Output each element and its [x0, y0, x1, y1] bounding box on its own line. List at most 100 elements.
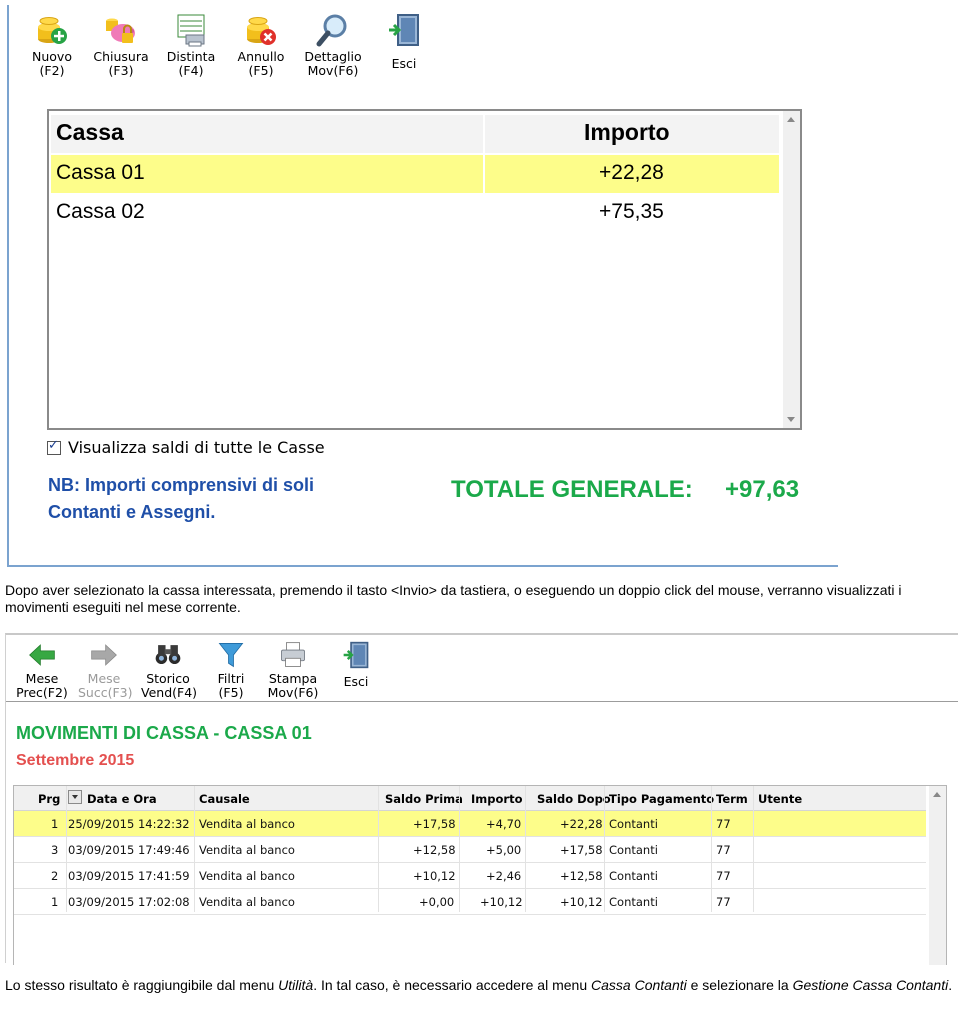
- arrow-left-icon: [29, 644, 55, 666]
- table-row[interactable]: 1 25/09/2015 14:22:32 Vendita al banco +…: [14, 811, 926, 837]
- cell-saldo-prima: +12,58: [413, 843, 456, 857]
- header-importo[interactable]: Importo: [584, 119, 670, 146]
- printer-icon: [281, 642, 305, 667]
- chiusura-label: Chiusura (F3): [93, 49, 149, 78]
- exit-door-icon: [389, 14, 419, 46]
- cell-cassa: Cassa 01: [56, 161, 145, 184]
- stampa-mov-label: Stampa Mov(F6): [267, 671, 319, 700]
- header-saldo-prima[interactable]: Saldo Prima: [385, 792, 463, 806]
- scroll-up-icon[interactable]: [933, 792, 941, 797]
- paragraph-1: Dopo aver selezionato la cassa interessa…: [5, 582, 902, 615]
- menu-utilita: Utilità: [278, 977, 314, 993]
- vertical-scrollbar[interactable]: [783, 111, 800, 428]
- annullo-button[interactable]: Annullo (F5): [233, 13, 289, 78]
- dettaglio-label: Dettaglio Mov(F6): [304, 49, 362, 78]
- cell-data: 25/09/2015 14:22:32: [68, 817, 190, 831]
- sort-dropdown-icon[interactable]: [68, 790, 82, 804]
- arrow-right-icon: [91, 644, 117, 666]
- cell-causale: Vendita al banco: [199, 895, 295, 909]
- header-tipo-pagamento[interactable]: Tipo Pagamento: [609, 792, 714, 806]
- cell-prg: 1: [51, 817, 59, 831]
- scroll-up-icon[interactable]: [787, 117, 795, 122]
- cell-prg: 1: [51, 895, 59, 909]
- mese-succ-label: Mese Succ(F3): [78, 671, 133, 700]
- cell-term: 77: [716, 869, 731, 883]
- para2-text: .: [948, 977, 953, 993]
- checkbox-checked-icon[interactable]: [47, 438, 61, 455]
- chiusura-button[interactable]: Chiusura (F3): [91, 13, 151, 78]
- cell-importo: +75,35: [599, 200, 664, 223]
- mese-succ-button: Mese Succ(F3): [78, 641, 133, 700]
- esci-button-2[interactable]: Esci: [336, 641, 376, 689]
- cell-importo: +4,70: [486, 817, 522, 831]
- header-term[interactable]: Term: [716, 792, 748, 806]
- column-divider: [711, 786, 712, 912]
- note-line-1: NB: Importi comprensivi di soli: [48, 475, 315, 495]
- dettaglio-button[interactable]: Dettaglio Mov(F6): [302, 13, 364, 78]
- cell-term: 77: [716, 895, 731, 909]
- magnifier-icon: [316, 14, 347, 47]
- column-divider: [753, 786, 754, 912]
- toolbar-divider: [6, 701, 958, 702]
- cell-importo: +10,12: [480, 895, 523, 909]
- cell-saldo-dopo: +22,28: [560, 817, 603, 831]
- document-print-icon: [177, 14, 205, 47]
- cell-tipo-pagamento: Contanti: [609, 869, 658, 883]
- header-importo[interactable]: Importo: [471, 792, 522, 806]
- cell-importo: +22,28: [599, 161, 664, 184]
- esci-button[interactable]: Esci: [381, 13, 427, 71]
- nuovo-button[interactable]: Nuovo (F2): [27, 13, 77, 78]
- note: NB: Importi comprensivi di soli Contanti…: [48, 472, 314, 526]
- storico-vend-label: Storico Vend(F4): [141, 671, 198, 700]
- header-prg[interactable]: Prg: [38, 792, 60, 806]
- table-header: Cassa Importo: [51, 115, 779, 153]
- cell-cassa: Cassa 02: [56, 200, 145, 223]
- table-row[interactable]: 2 03/09/2015 17:41:59 Vendita al banco +…: [14, 863, 926, 889]
- header-causale[interactable]: Causale: [199, 792, 250, 806]
- month-label: Settembre 2015: [16, 752, 135, 769]
- total-label: TOTALE GENERALE:: [451, 476, 693, 503]
- coins-add-icon: [38, 17, 67, 44]
- stampa-mov-button[interactable]: Stampa Mov(F6): [266, 641, 320, 700]
- cell-term: 77: [716, 817, 731, 831]
- checkbox-label: Visualizza saldi di tutte le Casse: [68, 438, 325, 457]
- table-row[interactable]: 1 03/09/2015 17:02:08 Vendita al banco +…: [14, 889, 926, 915]
- cell-saldo-dopo: +12,58: [560, 869, 603, 883]
- cell-data: 03/09/2015 17:41:59: [68, 869, 190, 883]
- cell-prg: 3: [51, 843, 59, 857]
- cell-importo: +2,46: [486, 869, 522, 883]
- header-data[interactable]: Data e Ora: [87, 792, 157, 806]
- column-divider: [378, 786, 379, 912]
- cell-data: 03/09/2015 17:49:46: [68, 843, 190, 857]
- movements-table[interactable]: Prg Data e Ora Causale Saldo Prima Impor…: [13, 785, 947, 965]
- distinta-button[interactable]: Distinta (F4): [163, 13, 219, 78]
- cash-movements-window: Mese Prec(F2) Mese Succ(F3) Storico Vend…: [5, 633, 958, 965]
- cash-balance-table[interactable]: Cassa Importo Cassa 01 +22,28 Cassa 02 +…: [47, 109, 802, 430]
- cell-importo: +5,00: [486, 843, 522, 857]
- scroll-down-icon[interactable]: [787, 417, 795, 422]
- note-line-2: Contanti e Assegni.: [48, 502, 216, 522]
- vertical-scrollbar[interactable]: [929, 786, 946, 965]
- cash-register-window: Nuovo (F2) Chiusura (F3) Distinta (F4) A…: [7, 5, 838, 567]
- storico-vend-button[interactable]: Storico Vend(F4): [141, 641, 198, 700]
- filtri-button[interactable]: Filtri (F5): [211, 641, 251, 700]
- header-saldo-dopo[interactable]: Saldo Dopo: [537, 792, 611, 806]
- column-divider: [525, 786, 526, 912]
- mese-prec-button[interactable]: Mese Prec(F2): [16, 641, 68, 700]
- header-cassa[interactable]: Cassa: [56, 119, 124, 146]
- cell-saldo-dopo: +10,12: [560, 895, 603, 909]
- table-row[interactable]: 3 03/09/2015 17:49:46 Vendita al banco +…: [14, 837, 926, 863]
- coins-cancel-icon: [247, 17, 276, 45]
- mese-prec-label: Mese Prec(F2): [16, 671, 68, 700]
- header-utente[interactable]: Utente: [758, 792, 802, 806]
- column-divider: [459, 786, 460, 912]
- show-all-balances-checkbox[interactable]: Visualizza saldi di tutte le Casse: [47, 438, 325, 457]
- esci-label: Esci: [391, 56, 417, 71]
- table-row-cassa-01[interactable]: Cassa 01 +22,28: [51, 155, 779, 193]
- menu-cassa-contanti: Cassa Contanti: [591, 977, 687, 993]
- nuovo-label: Nuovo (F2): [32, 49, 72, 78]
- menu-gestione-cassa-contanti: Gestione Cassa Contanti: [792, 977, 949, 993]
- exit-door-icon: [343, 641, 369, 669]
- table-row-cassa-02[interactable]: Cassa 02 +75,35: [51, 194, 779, 232]
- cell-tipo-pagamento: Contanti: [609, 895, 658, 909]
